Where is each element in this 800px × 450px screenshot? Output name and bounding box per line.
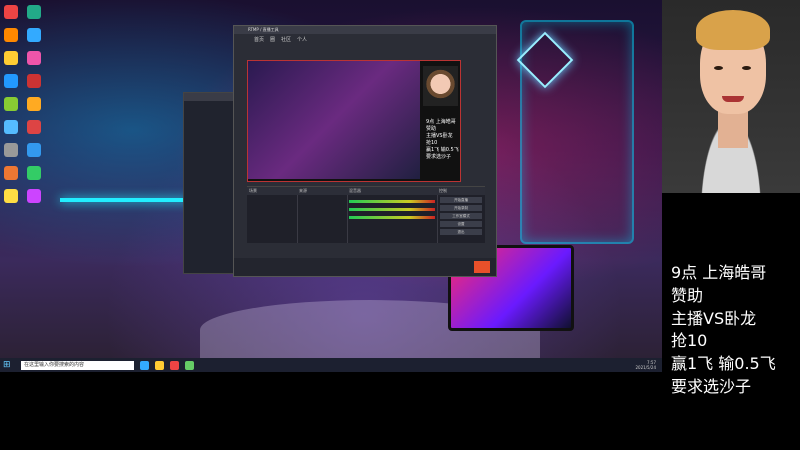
webcam-mouth bbox=[722, 96, 744, 102]
windows-icon[interactable]: ⊞ bbox=[3, 360, 15, 370]
taskbar-app-icon[interactable] bbox=[170, 360, 179, 370]
audio-meter bbox=[349, 200, 435, 203]
app-icon[interactable] bbox=[4, 97, 18, 111]
exit-button[interactable]: 退出 bbox=[440, 229, 482, 235]
app-icon[interactable] bbox=[4, 5, 18, 19]
sources-dock[interactable]: 来源 bbox=[297, 187, 348, 243]
obs-preview-canvas: 9点 上海皓哥 赞助 主播VS卧龙 抢10 赢1飞 输0.5飞 要求选沙子 bbox=[247, 60, 461, 182]
app-icon[interactable] bbox=[4, 28, 18, 42]
app-icon[interactable] bbox=[4, 143, 18, 157]
app-icon[interactable] bbox=[27, 74, 42, 88]
tab-community[interactable]: 社区 bbox=[281, 36, 291, 43]
streaming-app-window[interactable] bbox=[183, 92, 235, 274]
start-streaming-button[interactable]: 开始直播 bbox=[440, 197, 482, 203]
obs-dock-area: 场景 来源 混音器 控制 开始直播 开始录制 工作室模式 设置 退出 bbox=[247, 186, 485, 243]
announcement-line: 要求选沙子 bbox=[671, 376, 752, 396]
app-icon[interactable] bbox=[27, 97, 42, 111]
start-recording-button[interactable]: 开始录制 bbox=[440, 205, 482, 211]
app-icon[interactable] bbox=[4, 120, 18, 134]
app-icon[interactable] bbox=[27, 120, 42, 134]
stream-announcement-text: 9点 上海皓哥 赞助 主播VS卧龙 抢10 赢1飞 输0.5飞 要求选沙子 bbox=[671, 262, 799, 399]
obs-tab-bar: 首页 圈 社区 个人 bbox=[254, 36, 307, 43]
preview-line: 主播VS卧龙 bbox=[426, 133, 453, 139]
app-icon[interactable] bbox=[4, 189, 18, 203]
announcement-line: 赞助 bbox=[671, 285, 704, 305]
desktop-icon-column bbox=[0, 0, 44, 207]
app-icon[interactable] bbox=[27, 189, 42, 203]
dock-header: 混音器 bbox=[347, 187, 437, 195]
studio-mode-button[interactable]: 工作室模式 bbox=[440, 213, 482, 219]
announcement-line: 主播VS卧龙 bbox=[671, 308, 757, 328]
app-icon[interactable] bbox=[27, 5, 42, 19]
tab-home[interactable]: 首页 bbox=[254, 36, 264, 43]
go-live-button[interactable] bbox=[474, 261, 490, 273]
webcam-eye bbox=[714, 66, 723, 70]
app-icon[interactable] bbox=[27, 51, 42, 65]
desktop-screen: RTMP / 直播工具 首页 圈 社区 个人 9点 上海皓哥 赞助 主播VS卧龙… bbox=[0, 0, 662, 372]
preview-overlay-text: 9点 上海皓哥 赞助 主播VS卧龙 抢10 赢1飞 输0.5飞 要求选沙子 bbox=[426, 119, 459, 161]
dock-header: 场景 bbox=[247, 187, 297, 195]
webcam-eye bbox=[742, 66, 751, 70]
audio-meter bbox=[349, 208, 435, 211]
app-icon[interactable] bbox=[27, 166, 42, 180]
tab-circle[interactable]: 圈 bbox=[270, 36, 275, 43]
preview-line: 赞助 bbox=[426, 126, 437, 132]
taskbar-app-icon[interactable] bbox=[155, 360, 164, 370]
system-tray-clock[interactable]: 7:57 2021/5/24 bbox=[635, 360, 656, 370]
taskbar-search-input[interactable]: 在这里输入你要搜索的内容 bbox=[21, 360, 134, 370]
window-titlebar bbox=[184, 93, 234, 101]
clock-date: 2021/5/24 bbox=[635, 365, 656, 370]
controls-dock: 控制 开始直播 开始录制 工作室模式 设置 退出 bbox=[437, 187, 485, 243]
wallpaper-neon-bar bbox=[60, 198, 190, 202]
webcam-feed bbox=[662, 0, 800, 193]
tab-profile[interactable]: 个人 bbox=[297, 36, 307, 43]
app-icon[interactable] bbox=[4, 51, 18, 65]
webcam-neck bbox=[718, 108, 748, 148]
preview-desktop-capture bbox=[248, 61, 420, 179]
obs-titlebar: RTMP / 直播工具 bbox=[234, 26, 496, 34]
app-icon[interactable] bbox=[4, 166, 18, 180]
app-icon[interactable] bbox=[27, 28, 42, 42]
taskbar-app-icon[interactable] bbox=[140, 360, 149, 370]
preview-line: 抢10 bbox=[426, 140, 438, 146]
app-icon[interactable] bbox=[27, 143, 42, 157]
taskbar-app-icon[interactable] bbox=[185, 360, 194, 370]
obs-window[interactable]: RTMP / 直播工具 首页 圈 社区 个人 9点 上海皓哥 赞助 主播VS卧龙… bbox=[233, 25, 497, 277]
audio-meter bbox=[349, 216, 435, 219]
dock-header: 来源 bbox=[297, 187, 347, 195]
preview-line: 赢1飞 输0.5飞 bbox=[426, 147, 459, 153]
announcement-line: 赢1飞 输0.5飞 bbox=[671, 354, 776, 374]
mixer-dock[interactable]: 混音器 bbox=[347, 187, 438, 243]
preview-webcam bbox=[423, 66, 458, 106]
announcement-line: 抢10 bbox=[671, 331, 708, 351]
announcement-line: 9点 上海皓哥 bbox=[671, 263, 767, 282]
scenes-dock[interactable]: 场景 bbox=[247, 187, 298, 243]
app-icon[interactable] bbox=[4, 74, 18, 88]
preview-line: 9点 上海皓哥 bbox=[426, 119, 456, 125]
preview-line: 要求选沙子 bbox=[426, 154, 452, 160]
webcam-hair bbox=[696, 10, 770, 50]
dock-header: 控制 bbox=[437, 187, 485, 195]
settings-button[interactable]: 设置 bbox=[440, 221, 482, 227]
windows-taskbar: ⊞ 在这里输入你要搜索的内容 7:57 2021/5/24 bbox=[0, 358, 662, 372]
obs-bottom-toolbar bbox=[234, 258, 496, 276]
